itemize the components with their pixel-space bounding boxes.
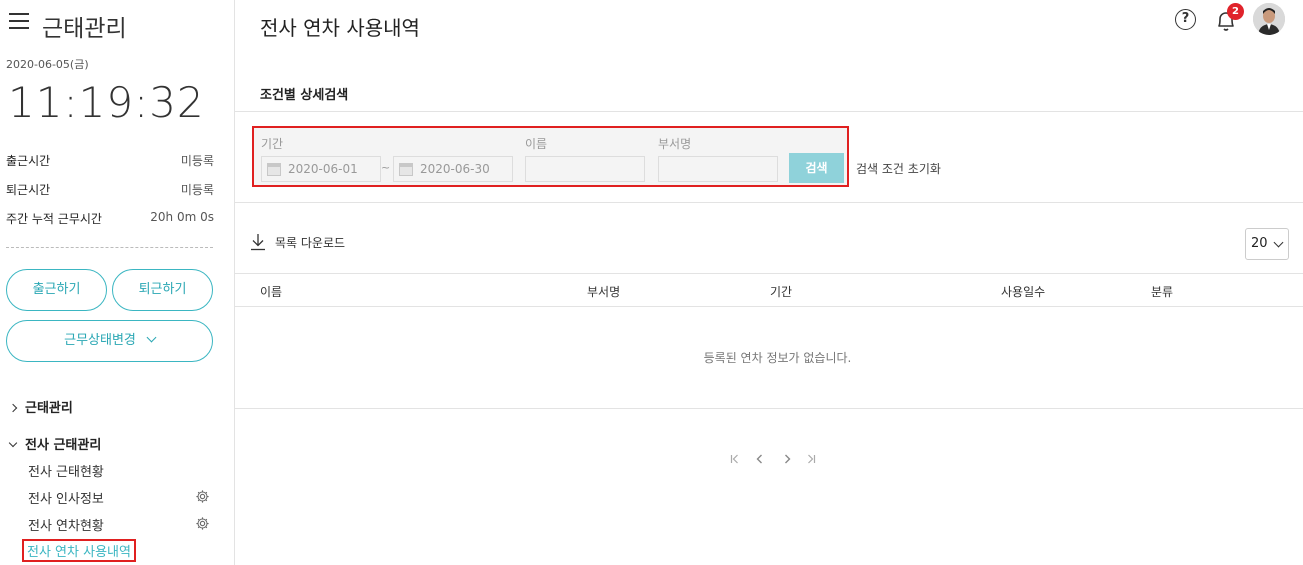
stat-label: 출근시간 [6,154,51,168]
department-field[interactable] [658,156,778,182]
gear-icon[interactable] [195,516,210,531]
end-date-field[interactable]: 2020-06-30 [393,156,513,182]
work-status-label: 근무상태변경 [64,333,136,348]
first-page-icon[interactable] [730,453,739,465]
sidebar: 근태관리 2020-06-05(금) 11:19:32 출근시간 미등록 퇴근시… [0,0,235,565]
chevron-right-icon [8,403,18,413]
nav-group-attendance[interactable]: 근태관리 [8,397,73,416]
current-date: 2020-06-05(금) [6,58,89,71]
work-status-button[interactable]: 근무상태변경 [6,320,213,362]
stat-label: 퇴근시간 [6,183,51,197]
name-label: 이름 [525,137,548,151]
divider [235,273,1303,274]
gear-icon[interactable] [195,489,210,504]
download-icon [251,234,265,251]
name-field[interactable] [525,156,645,182]
stat-checkout-time: 퇴근시간 미등록 [6,181,214,198]
help-icon[interactable]: ? [1175,9,1196,30]
search-button[interactable]: 검색 [789,153,844,183]
column-header-days-used: 사용일수 [1001,285,1046,299]
nav-item-company-leave-usage[interactable]: 전사 연차 사용내역 [22,539,136,562]
department-label: 부서명 [658,137,692,151]
divider [235,202,1303,203]
period-label: 기간 [261,137,284,151]
start-date-field[interactable]: 2020-06-01 [261,156,381,182]
stat-label: 주간 누적 근무시간 [6,212,102,226]
chevron-down-icon [1273,237,1284,248]
end-date-value: 2020-06-30 [420,162,490,176]
download-label: 목록 다운로드 [275,236,346,250]
checkin-button[interactable]: 출근하기 [6,269,107,311]
date-separator: ~ [381,161,391,174]
divider [6,247,213,248]
search-filter-panel: 기간 2020-06-01 ~ 2020-06-30 이름 부서명 검색 [252,126,849,187]
column-header-period: 기간 [770,285,793,299]
stat-value: 미등록 [180,154,214,168]
stat-checkin-time: 출근시간 미등록 [6,152,214,169]
page-size-select[interactable]: 20 [1245,228,1289,260]
checkout-button[interactable]: 퇴근하기 [112,269,213,311]
chevron-down-icon [8,438,18,448]
nav-item-company-hr-info[interactable]: 전사 인사정보 [28,488,104,507]
notification-badge: 2 [1227,3,1244,20]
main-content: 전사 연차 사용내역 ? 2 조건별 상세검색 기간 2020-06-01 ~ … [235,0,1303,565]
calendar-icon [399,163,413,176]
empty-message: 등록된 연차 정보가 없습니다. [703,351,852,365]
app-title: 근태관리 [42,16,127,42]
page-title: 전사 연차 사용내역 [260,16,420,40]
nav-group-label: 근태관리 [25,401,73,416]
stat-value: 미등록 [180,183,214,197]
page-size-value: 20 [1251,236,1268,251]
current-time: 11:19:32 [8,78,205,127]
reset-filter-link[interactable]: 검색 조건 초기화 [856,160,941,177]
nav-group-label: 전사 근태관리 [25,438,102,453]
column-header-category: 분류 [1151,285,1174,299]
calendar-icon [267,163,281,176]
divider [235,408,1303,409]
avatar[interactable] [1253,3,1285,35]
nav-item-company-attendance-status[interactable]: 전사 근태현황 [28,461,104,480]
last-page-icon[interactable] [807,453,816,465]
hamburger-icon[interactable] [9,13,29,29]
divider [235,306,1303,307]
start-date-value: 2020-06-01 [288,162,358,176]
stat-value: 20h 0m 0s [150,210,214,224]
nav-group-company-attendance[interactable]: 전사 근태관리 [8,434,102,453]
column-header-department: 부서명 [587,285,621,299]
stat-weekly-hours: 주간 누적 근무시간 20h 0m 0s [6,210,214,227]
nav-item-company-leave-status[interactable]: 전사 연차현황 [28,515,104,534]
filter-section-title: 조건별 상세검색 [260,88,349,103]
previous-page-icon[interactable] [755,453,764,465]
column-header-name: 이름 [260,285,283,299]
chevron-down-icon [146,332,157,343]
divider [235,111,1303,112]
next-page-icon[interactable] [783,453,792,465]
